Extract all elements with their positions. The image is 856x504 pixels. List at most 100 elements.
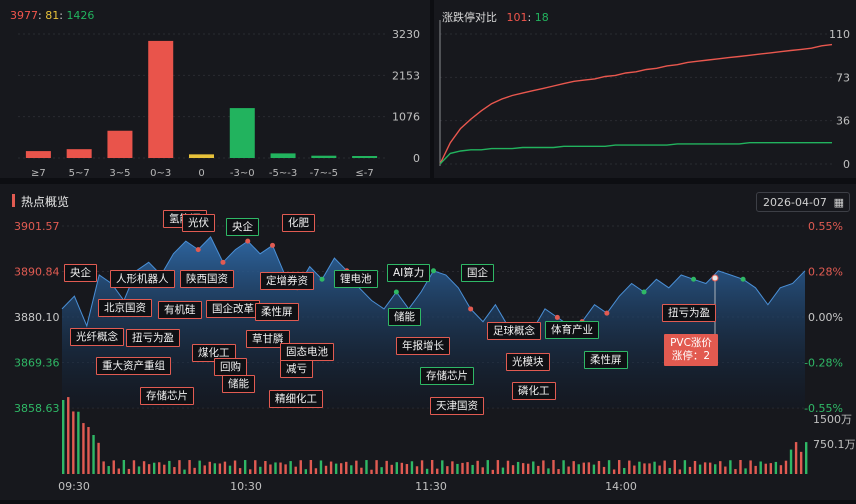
volume-bar (299, 460, 302, 474)
y-tick-label: 1076 (392, 111, 420, 124)
hotspot-tag[interactable]: 储能 (222, 375, 255, 393)
hotspot-tag[interactable]: 国企改革 (206, 300, 260, 318)
hotspot-tag[interactable]: 固态电池 (280, 343, 334, 361)
volume-bar (405, 464, 409, 474)
calendar-icon[interactable]: ▦ (834, 196, 844, 209)
hotspot-tag[interactable]: 回购 (214, 358, 247, 376)
volume-bar (294, 466, 297, 474)
hotspot-tag[interactable]: 光纤概念 (70, 328, 124, 346)
volume-bar (97, 442, 100, 474)
volume-bar (557, 469, 560, 474)
hotspot-tag[interactable]: 化肥 (282, 214, 315, 232)
event-marker (468, 306, 474, 312)
hotspot-tag[interactable]: 年报增长 (396, 337, 450, 355)
event-marker (641, 289, 647, 295)
pvc-callout-title: PVC涨价 (670, 337, 712, 349)
pvc-callout[interactable]: PVC涨价 涨停：2 (664, 334, 718, 366)
price-tick-label: 3869.36 (14, 357, 60, 370)
hotspot-tag[interactable]: 存储芯片 (140, 387, 194, 405)
hotspot-tag[interactable]: 天津国资 (430, 397, 484, 415)
volume-bar (193, 467, 196, 474)
x-tick-label: 3~5 (109, 168, 130, 178)
hotspot-tag[interactable]: 光模块 (506, 353, 550, 371)
hotspot-tag[interactable]: 定增券资 (260, 272, 314, 290)
volume-bar (425, 468, 429, 474)
volume-bar (269, 464, 272, 474)
volume-bar (441, 460, 444, 474)
date-value: 2026-04-07 (763, 196, 827, 209)
hotspot-tag[interactable]: 央企 (64, 264, 97, 282)
hotspot-tag[interactable]: 北京国资 (98, 299, 152, 317)
hotspot-tag[interactable]: 光伏 (182, 214, 215, 232)
volume-bar (602, 466, 606, 474)
x-tick-label: 5~7 (69, 168, 90, 178)
volume-bar (739, 460, 742, 474)
hotspot-tag[interactable]: 存储芯片 (420, 367, 474, 385)
volume-bar (719, 461, 722, 474)
volume-bar (233, 460, 237, 474)
dist-bar (66, 149, 92, 158)
volume-bar (461, 462, 464, 474)
volume-bar (284, 464, 287, 474)
volume-bar (243, 460, 247, 474)
x-tick-label: -7~-5 (310, 168, 338, 178)
event-marker (319, 276, 325, 282)
volume-bar (653, 461, 656, 474)
volume-bar (370, 469, 373, 474)
distribution-bar-chart: 3230 2153 1076 0 ≥7 5~7 3~5 0~3 0 -3~0 -5~-3 -7~-5 ≤… (18, 28, 420, 179)
hotspot-tag[interactable]: 扭亏为盈 (662, 304, 716, 322)
down-count: 1426 (66, 9, 95, 22)
volume-bar (314, 468, 318, 474)
hotspot-tag[interactable]: 人形机器人 (110, 270, 175, 288)
volume-bar (678, 469, 682, 474)
hotspot-tag[interactable]: 柔性屏 (584, 351, 628, 369)
hotspot-tag[interactable]: 扭亏为盈 (126, 329, 180, 347)
volume-bar (668, 467, 671, 474)
hotspot-tag[interactable]: 陕西国资 (180, 270, 234, 288)
hotspot-tag[interactable]: 重大资产重组 (96, 357, 171, 375)
volume-bar (355, 460, 358, 474)
hotspot-tag[interactable]: 有机硅 (158, 301, 202, 319)
event-marker (220, 259, 226, 265)
hotspot-tag[interactable]: 磷化工 (512, 382, 556, 400)
volume-bar (572, 461, 575, 474)
volume-bar (516, 461, 520, 474)
hotspot-tag[interactable]: 柔性屏 (255, 303, 299, 321)
hotspot-tag[interactable]: 国企 (461, 264, 494, 282)
volume-bar (688, 466, 692, 474)
hotspot-tag[interactable]: 体育产业 (545, 321, 599, 339)
date-picker[interactable]: 2026-04-07 ▦ (756, 192, 850, 212)
volume-bar (789, 449, 793, 474)
hotspot-tag[interactable]: 精细化工 (269, 390, 323, 408)
volume-bar (506, 460, 510, 474)
volume-bar (152, 462, 156, 474)
hotspot-tag[interactable]: AI算力 (387, 264, 431, 282)
volume-bar (703, 462, 707, 474)
hotspot-tag[interactable]: 央企 (226, 218, 259, 236)
volume-bar (486, 460, 489, 474)
volume-bar (158, 462, 161, 474)
volume-bar (633, 465, 636, 474)
volume-bar (112, 460, 115, 474)
limit-updown-panel: 涨跌停对比 101: 18 110 73 36 0 (434, 0, 856, 178)
volume-bar (188, 460, 191, 474)
hotspot-tag[interactable]: 锂电池 (334, 270, 378, 288)
price-tick-label: 3880.10 (14, 311, 60, 324)
title-accent (12, 194, 15, 207)
volume-bar (324, 465, 328, 474)
sep: : (38, 9, 42, 22)
hotspot-tag[interactable]: 储能 (388, 308, 421, 326)
dist-bar (189, 154, 214, 158)
limit-up-count: 101 (506, 11, 528, 24)
volume-bar (228, 465, 232, 474)
volume-bar (436, 468, 439, 474)
volume-bar (198, 460, 201, 474)
volume-bar (577, 464, 580, 474)
series-line (439, 43, 833, 165)
pvc-callout-count: 涨停：2 (671, 350, 711, 362)
hotspot-tag[interactable]: 足球概念 (487, 322, 541, 340)
volume-bar (420, 460, 424, 474)
volume-bar (663, 460, 666, 474)
hotspot-tag[interactable]: 减亏 (280, 360, 313, 378)
volume-bar (173, 467, 176, 474)
